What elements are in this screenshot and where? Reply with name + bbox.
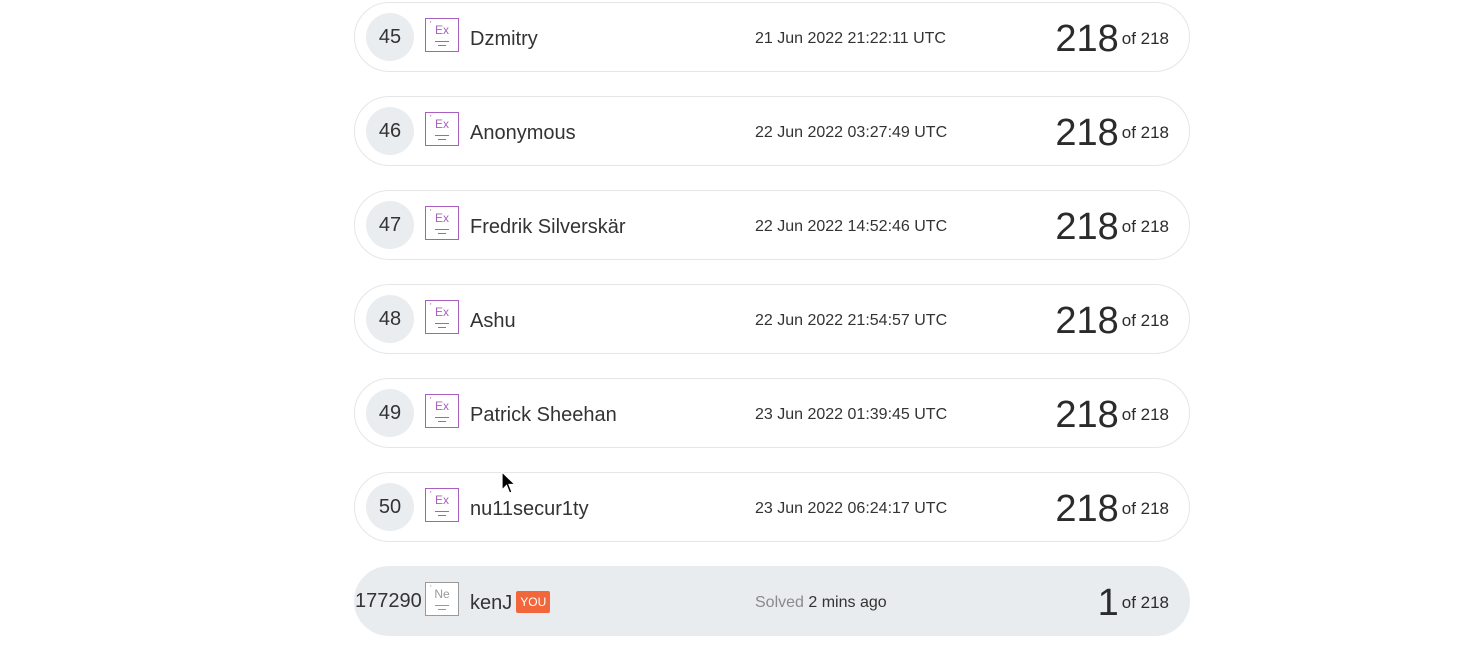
score: 1 of 218 (1098, 567, 1169, 637)
user-name-link[interactable]: Ashu (470, 285, 516, 355)
score: 218 of 218 (1055, 3, 1169, 73)
leaderboard-row: 47 ' Ex Fredrik Silverskär 22 Jun 2022 1… (354, 190, 1190, 260)
score-total: of 218 (1121, 311, 1169, 330)
solved-timestamp: 22 Jun 2022 14:52:46 UTC (755, 218, 948, 235)
user-name-link[interactable]: Anonymous (470, 97, 576, 167)
badge-symbol: Ex (434, 211, 449, 225)
score: 218 of 218 (1055, 191, 1169, 261)
leaderboard-row: 45 ' Ex Dzmitry 21 Jun 2022 21:22:11 UTC… (354, 2, 1190, 72)
rank-number: 48 (366, 295, 414, 343)
leaderboard-row: 50 ' Ex nu11secur1ty 23 Jun 2022 06:24:1… (354, 472, 1190, 542)
user-name-link[interactable]: Patrick Sheehan (470, 379, 617, 449)
solved-timestamp: 23 Jun 2022 06:24:17 UTC (755, 500, 948, 517)
score-total: of 218 (1121, 29, 1169, 48)
score-total: of 218 (1121, 123, 1169, 142)
badge-symbol: Ne (434, 587, 450, 601)
solved-timestamp: 23 Jun 2022 01:39:45 UTC (755, 406, 948, 423)
user-name-link[interactable]: nu11secur1ty (470, 473, 589, 543)
current-user-row: 177290 ' Ne kenJ YOU Solved 2 mins ago 1o… (354, 566, 1190, 636)
leaderboard-row: 49 ' Ex Patrick Sheehan 23 Jun 2022 01:3… (354, 378, 1190, 448)
rank-number: 177290 (355, 590, 422, 612)
leaderboard-row: 46 ' Ex Anonymous 22 Jun 2022 03:27:49 U… (354, 96, 1190, 166)
score-total: of 218 (1121, 499, 1169, 518)
solved-time: 2 mins ago (808, 594, 887, 611)
user-name-link[interactable]: Dzmitry (470, 3, 538, 73)
solved-status: Solved 2 mins ago (755, 567, 887, 637)
expert-level-badge-icon: ' Ex (425, 394, 459, 428)
user-name-link[interactable]: Fredrik Silverskär (470, 191, 626, 261)
score-total: of 218 (1121, 217, 1169, 236)
score-value: 1 (1097, 582, 1119, 624)
current-user-name: kenJ YOU (470, 567, 551, 637)
score-value: 218 (1055, 206, 1119, 248)
score-value: 218 (1055, 18, 1119, 60)
score: 218 of 218 (1055, 473, 1169, 543)
badge-symbol: Ex (434, 399, 449, 413)
score-total: of 218 (1121, 405, 1169, 424)
rank-number: 50 (366, 483, 414, 531)
leaderboard-row: 48 ' Ex Ashu 22 Jun 2022 21:54:57 UTC 21… (354, 284, 1190, 354)
score-total: of 218 (1121, 593, 1169, 612)
user-name-link[interactable]: kenJ (470, 592, 512, 614)
badge-symbol: Ex (434, 23, 449, 37)
expert-level-badge-icon: ' Ex (425, 300, 459, 334)
expert-level-badge-icon: ' Ex (425, 206, 459, 240)
rank-number: 49 (366, 389, 414, 437)
score-value: 218 (1055, 112, 1119, 154)
solved-timestamp: 21 Jun 2022 21:22:11 UTC (755, 30, 946, 47)
expert-level-badge-icon: ' Ex (425, 112, 459, 146)
badge-symbol: Ex (434, 305, 449, 319)
score: 218 of 218 (1055, 97, 1169, 167)
score: 218 of 218 (1055, 379, 1169, 449)
solved-prefix: Solved (755, 594, 804, 611)
score-value: 218 (1055, 488, 1119, 530)
rank-number: 46 (366, 107, 414, 155)
badge-symbol: Ex (434, 493, 449, 507)
score-value: 218 (1055, 300, 1119, 342)
solved-timestamp: 22 Jun 2022 03:27:49 UTC (755, 124, 948, 141)
you-badge: YOU (516, 590, 551, 613)
mouse-cursor-icon (501, 471, 517, 494)
solved-timestamp: 22 Jun 2022 21:54:57 UTC (755, 312, 948, 329)
rank-number: 45 (366, 13, 414, 61)
rank-number: 47 (366, 201, 414, 249)
leaderboard: 45 ' Ex Dzmitry 21 Jun 2022 21:22:11 UTC… (0, 0, 1475, 669)
newbie-level-badge-icon: ' Ne (425, 582, 459, 616)
badge-symbol: Ex (434, 117, 449, 131)
expert-level-badge-icon: ' Ex (425, 18, 459, 52)
expert-level-badge-icon: ' Ex (425, 488, 459, 522)
score: 218 of 218 (1055, 285, 1169, 355)
score-value: 218 (1055, 394, 1119, 436)
